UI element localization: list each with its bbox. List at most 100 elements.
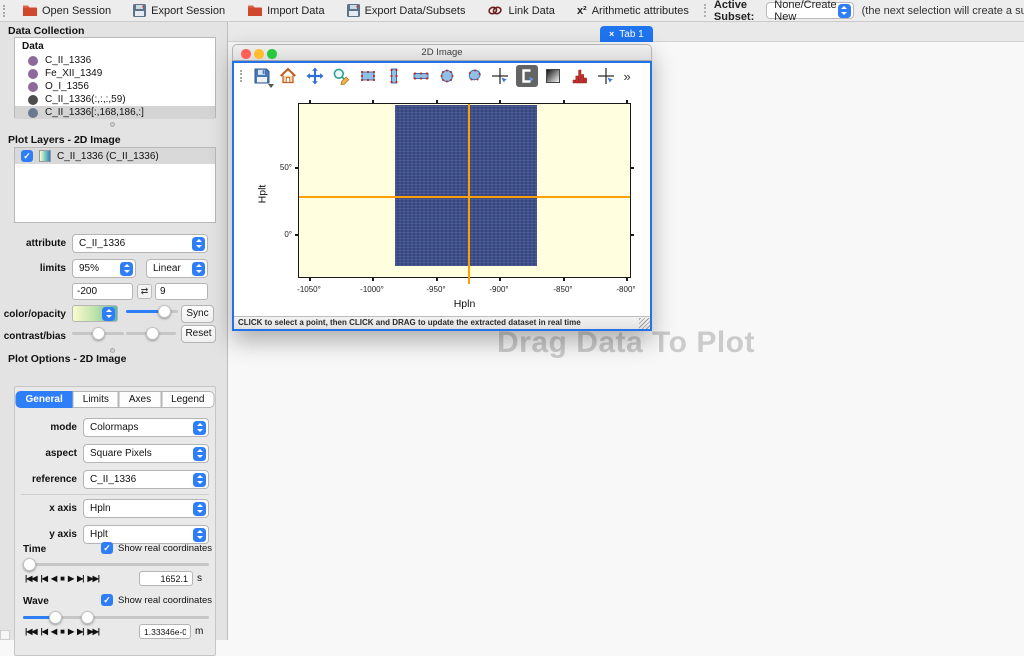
tab-general[interactable]: General: [16, 391, 73, 408]
floppy-icon: [347, 4, 360, 17]
play-button[interactable]: ▶: [68, 574, 73, 583]
dataset-color-icon: [28, 69, 38, 79]
figure-area[interactable]: -1050° -1000° -950° -900° -850° -800° 50…: [234, 89, 650, 316]
pick-point-icon[interactable]: [489, 65, 511, 87]
slider-thumb[interactable]: [92, 327, 105, 340]
image-viewer-window[interactable]: 2D Image: [232, 44, 652, 331]
select-lasso-icon[interactable]: [463, 65, 485, 87]
reference-dropdown[interactable]: C_II_1336: [83, 470, 209, 489]
select-rectangle-icon[interactable]: [357, 65, 379, 87]
colormap-dropdown[interactable]: [72, 305, 118, 322]
toolbar-drag-handle[interactable]: [3, 5, 5, 17]
percentile-dropdown[interactable]: 95%: [72, 259, 136, 278]
step-back-button[interactable]: |◀: [41, 574, 47, 583]
contrast-slider[interactable]: [72, 327, 124, 340]
step-forward-button[interactable]: ▶|: [77, 627, 83, 636]
splitter-handle[interactable]: [110, 122, 115, 127]
save-icon[interactable]: [251, 65, 273, 87]
swap-limits-button[interactable]: ⇄: [137, 284, 152, 299]
step-back-button[interactable]: |◀: [41, 627, 47, 636]
slider-thumb[interactable]: [81, 611, 94, 624]
step-forward-button[interactable]: ▶|: [77, 574, 83, 583]
active-subset-dropdown[interactable]: None/Create New: [766, 2, 853, 19]
scale-dropdown[interactable]: Linear: [146, 259, 208, 278]
time-value-field[interactable]: [139, 571, 193, 586]
time-real-coords-checkbox[interactable]: Show real coordinates: [101, 542, 212, 554]
play-button[interactable]: ▶: [68, 627, 73, 636]
toolbar-drag-handle[interactable]: [240, 70, 244, 82]
play-back-button[interactable]: ◀: [51, 574, 56, 583]
size-grip[interactable]: [0, 630, 10, 640]
minimize-window-button[interactable]: [254, 49, 264, 59]
time-slider[interactable]: [23, 558, 209, 571]
layer-visibility-checkbox[interactable]: [21, 150, 33, 162]
mdi-canvas: Drag Data To Plot 2D Image: [228, 42, 1024, 640]
contrast-bias-icon[interactable]: [542, 65, 564, 87]
play-back-button[interactable]: ◀: [51, 627, 56, 636]
close-icon[interactable]: ×: [609, 29, 614, 39]
colormap-histogram-icon[interactable]: [569, 65, 591, 87]
aspect-label: aspect: [17, 448, 77, 459]
mode-dropdown[interactable]: Colormaps: [83, 418, 209, 437]
vmin-field[interactable]: [72, 283, 133, 300]
tab-axes[interactable]: Axes: [119, 391, 161, 408]
list-item-dataset[interactable]: C_II_1336: [15, 54, 215, 67]
slider-thumb[interactable]: [146, 327, 159, 340]
y-tick-label: 50°: [266, 163, 292, 172]
skip-first-button[interactable]: |◀◀: [25, 574, 37, 583]
reset-button[interactable]: Reset: [181, 325, 216, 343]
export-session-button[interactable]: Export Session: [122, 0, 236, 22]
pick-point-icon[interactable]: [595, 65, 617, 87]
select-y-range-icon[interactable]: [383, 65, 405, 87]
extract-profile-icon[interactable]: [516, 65, 538, 87]
list-item-dataset[interactable]: C_II_1336(:,:,:,59): [15, 93, 215, 106]
skip-last-button[interactable]: ▶▶|: [87, 627, 99, 636]
toolbar-overflow-chevron[interactable]: »: [624, 69, 631, 84]
bias-slider[interactable]: [126, 327, 176, 340]
tab-bar: × Tab 1: [228, 22, 1024, 42]
window-titlebar[interactable]: 2D Image: [232, 44, 652, 61]
resize-grip[interactable]: [639, 318, 650, 329]
skip-last-button[interactable]: ▶▶|: [87, 574, 99, 583]
import-data-button[interactable]: Import Data: [236, 0, 335, 22]
maximize-window-button[interactable]: [267, 49, 277, 59]
x-axis-dropdown[interactable]: Hpln: [83, 499, 209, 518]
vmax-field[interactable]: [155, 283, 208, 300]
color-opacity-label: color/opacity: [0, 309, 66, 320]
select-circle-icon[interactable]: [436, 65, 458, 87]
slider-thumb[interactable]: [23, 558, 36, 571]
home-icon[interactable]: [277, 65, 299, 87]
close-window-button[interactable]: [241, 49, 251, 59]
list-item-dataset[interactable]: Fe_XII_1349: [15, 67, 215, 80]
wave-value-field[interactable]: [139, 624, 191, 639]
sync-button[interactable]: Sync: [181, 305, 214, 323]
slider-thumb[interactable]: [49, 611, 62, 624]
aspect-dropdown[interactable]: Square Pixels: [83, 444, 209, 463]
list-item-layer[interactable]: C_II_1336 (C_II_1336): [15, 148, 215, 164]
tab-limits[interactable]: Limits: [73, 391, 119, 408]
list-item-dataset-selected[interactable]: C_II_1336[:,168,186,:]: [15, 106, 215, 119]
chevron-up-down-icon: [192, 237, 205, 251]
stop-button[interactable]: ■: [60, 574, 64, 583]
tab-tab1[interactable]: × Tab 1: [600, 26, 653, 42]
mode-label: mode: [17, 422, 77, 433]
export-data-subsets-button[interactable]: Export Data/Subsets: [336, 0, 477, 22]
link-data-button[interactable]: Link Data: [476, 0, 565, 22]
wave-slider[interactable]: [23, 611, 209, 624]
skip-first-button[interactable]: |◀◀: [25, 627, 37, 636]
pan-icon[interactable]: [304, 65, 326, 87]
arithmetic-attributes-button[interactable]: x² Arithmetic attributes: [566, 0, 700, 22]
attribute-dropdown[interactable]: C_II_1336: [72, 234, 208, 253]
wave-real-coords-checkbox[interactable]: Show real coordinates: [101, 594, 212, 606]
zoom-icon[interactable]: [330, 65, 352, 87]
opacity-slider[interactable]: [126, 305, 178, 318]
list-item-dataset[interactable]: O_I_1356: [15, 80, 215, 93]
image-data-block[interactable]: [395, 105, 537, 266]
tab-legend[interactable]: Legend: [161, 391, 214, 408]
open-session-button[interactable]: Open Session: [11, 0, 122, 22]
slider-thumb[interactable]: [158, 305, 171, 318]
link-data-label: Link Data: [508, 5, 554, 17]
stop-button[interactable]: ■: [60, 627, 64, 636]
plot-axes[interactable]: -1050° -1000° -950° -900° -850° -800° 50…: [298, 103, 631, 278]
select-x-range-icon[interactable]: [410, 65, 432, 87]
